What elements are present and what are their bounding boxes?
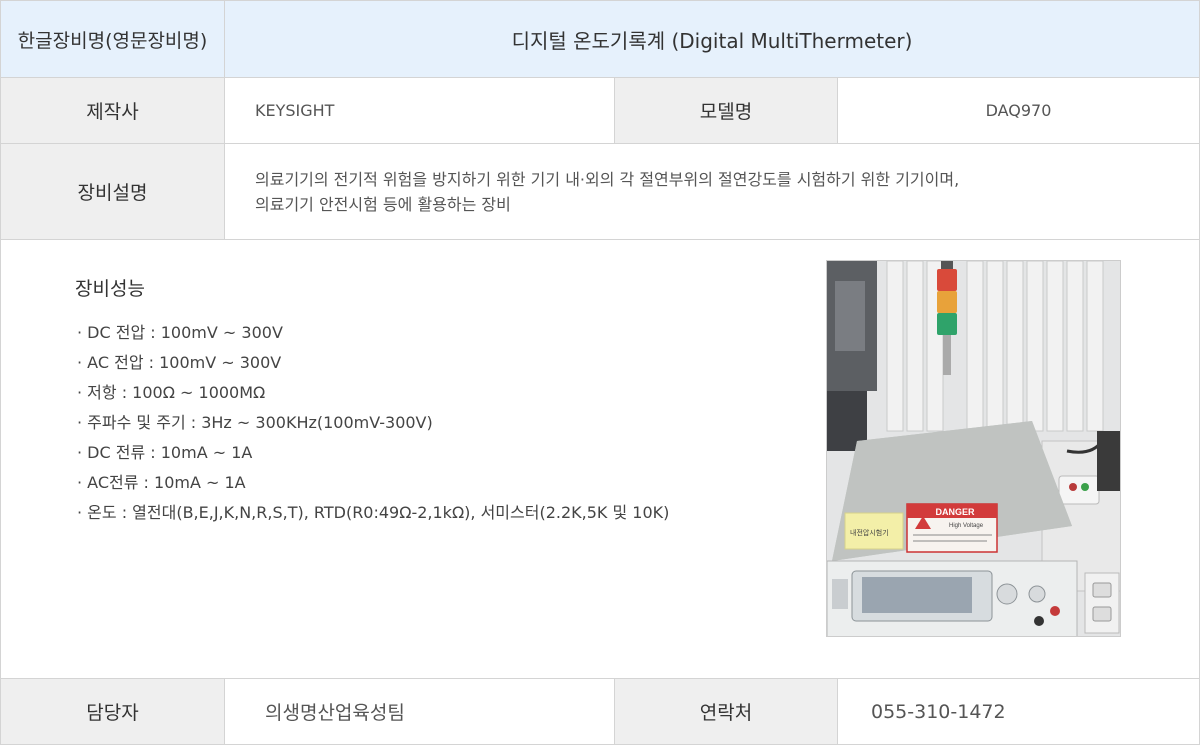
performance-item: · DC 전압 : 100mV ~ 300V bbox=[77, 323, 283, 342]
performance-item: · 주파수 및 주기 : 3Hz ~ 300KHz(100mV-300V) bbox=[77, 413, 433, 432]
performance-item: · 저항 : 100Ω ~ 1000MΩ bbox=[77, 383, 266, 402]
performance-row: 장비성능 · DC 전압 : 100mV ~ 300V · AC 전압 : 10… bbox=[1, 240, 1199, 679]
description-line: 의료기기 안전시험 등에 활용하는 장비 bbox=[255, 194, 511, 214]
performance-item: · 온도 : 열전대(B,E,J,K,N,R,S,T), RTD(R0:49Ω-… bbox=[77, 503, 670, 522]
danger-sub-text: High Voltage bbox=[949, 523, 984, 529]
manager-label: 담당자 bbox=[1, 679, 225, 744]
model-value: DAQ970 bbox=[838, 78, 1199, 143]
performance-item: · AC 전압 : 100mV ~ 300V bbox=[77, 353, 282, 372]
equipment-photo: DANGER High Voltage 내전압시험기 bbox=[826, 260, 1121, 637]
performance-item: · AC전류 : 10mA ~ 1A bbox=[77, 473, 246, 492]
performance-title: 장비성능 bbox=[75, 278, 145, 300]
danger-label-text: DANGER bbox=[935, 507, 975, 517]
description-label: 장비설명 bbox=[1, 144, 225, 239]
description-value: 의료기기의 전기적 위험을 방지하기 위한 기기 내·외의 각 절연부위의 절연… bbox=[225, 144, 1199, 239]
description-line: 의료기기의 전기적 위험을 방지하기 위한 기기 내·외의 각 절연부위의 절연… bbox=[255, 169, 960, 189]
sticker-text: 내전압시험기 bbox=[850, 528, 889, 537]
equipment-name-label: 한글장비명(영문장비명) bbox=[1, 1, 225, 77]
performance-item: · DC 전류 : 10mA ~ 1A bbox=[77, 443, 253, 462]
contact-label: 연락처 bbox=[615, 679, 838, 744]
equipment-info-table: 한글장비명(영문장비명) 디지털 온도기록계 (Digital MultiThe… bbox=[0, 0, 1200, 745]
equipment-name-row: 한글장비명(영문장비명) 디지털 온도기록계 (Digital MultiThe… bbox=[1, 1, 1199, 78]
description-row: 장비설명 의료기기의 전기적 위험을 방지하기 위한 기기 내·외의 각 절연부… bbox=[1, 144, 1199, 240]
manager-contact-row: 담당자 의생명산업육성팀 연락처 055-310-1472 bbox=[1, 679, 1199, 744]
contact-value: 055-310-1472 bbox=[838, 679, 1199, 744]
maker-label: 제작사 bbox=[1, 78, 225, 143]
model-label: 모델명 bbox=[615, 78, 838, 143]
manager-value: 의생명산업육성팀 bbox=[225, 679, 615, 744]
performance-list: · DC 전압 : 100mV ~ 300V · AC 전압 : 100mV ~… bbox=[77, 318, 669, 528]
maker-value: KEYSIGHT bbox=[225, 78, 615, 143]
maker-model-row: 제작사 KEYSIGHT 모델명 DAQ970 bbox=[1, 78, 1199, 144]
equipment-name-value: 디지털 온도기록계 (Digital MultiThermeter) bbox=[225, 1, 1199, 77]
